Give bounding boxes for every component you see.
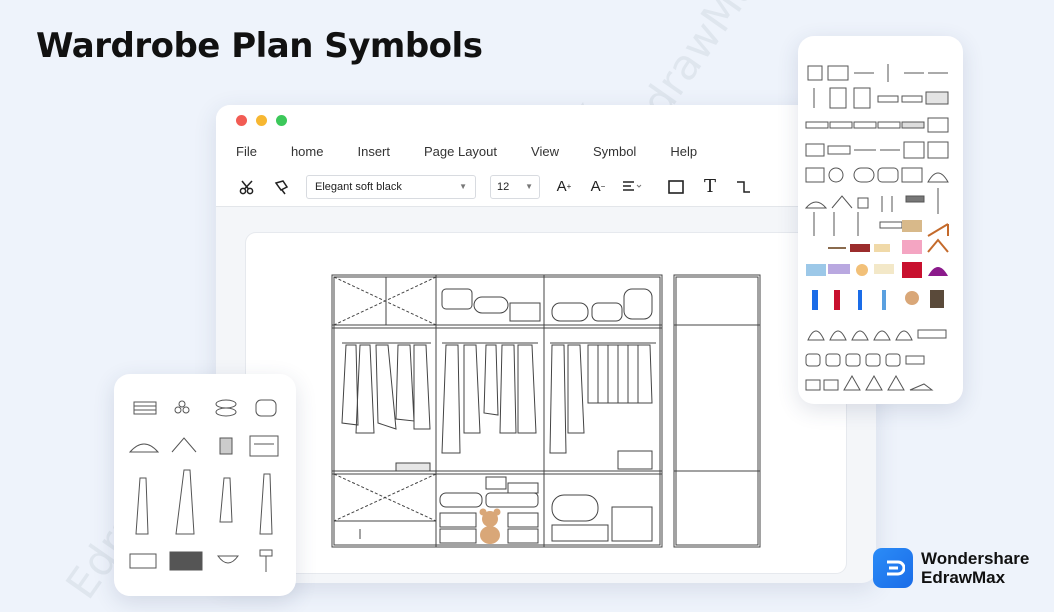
toolbar: Elegant soft black ▼ 12 ▼ A + A − T (216, 167, 876, 207)
mini-symbol-panel (114, 374, 296, 596)
font-family-select[interactable]: Elegant soft black ▼ (306, 174, 476, 199)
menu-home[interactable]: home (291, 144, 324, 159)
text-icon[interactable]: T (700, 176, 720, 197)
menu-bar: File home Insert Page Layout View Symbol… (216, 135, 876, 167)
rectangle-icon[interactable] (666, 177, 686, 197)
menu-view[interactable]: View (531, 144, 559, 159)
menu-page-layout[interactable]: Page Layout (424, 144, 497, 159)
page-headline: Wardrobe Plan Symbols (36, 26, 483, 66)
brand-line-2: EdrawMax (921, 568, 1006, 587)
brand-badge: Wondershare EdrawMax (873, 548, 1029, 588)
font-size-value: 12 (497, 180, 510, 193)
wardrobe-plan-drawing (331, 274, 761, 548)
format-painter-icon[interactable] (272, 177, 292, 197)
wardrobe-symbols-grid (804, 64, 949, 391)
menu-insert[interactable]: Insert (357, 144, 390, 159)
title-bar (216, 105, 876, 135)
brand-line-1: Wondershare (921, 549, 1030, 568)
font-family-value: Elegant soft black (315, 180, 402, 193)
brand-name: Wondershare EdrawMax (921, 549, 1029, 587)
connector-icon[interactable] (734, 177, 754, 197)
font-shrink-icon[interactable]: A − (588, 177, 608, 197)
scissors-icon[interactable] (238, 177, 258, 197)
chevron-down-icon: ▼ (525, 182, 533, 191)
chevron-down-icon: ▼ (459, 182, 467, 191)
edrawmax-logo-icon (873, 548, 913, 588)
menu-file[interactable]: File (236, 144, 257, 159)
maximize-window-button[interactable] (276, 114, 287, 126)
drawing-canvas[interactable] (246, 233, 846, 573)
align-icon[interactable] (622, 177, 642, 197)
mini-symbols-grid (128, 399, 279, 572)
minimize-window-button[interactable] (256, 114, 267, 126)
font-size-select[interactable]: 12 ▼ (490, 174, 540, 199)
app-window: File home Insert Page Layout View Symbol… (216, 105, 876, 583)
font-grow-icon[interactable]: A + (554, 177, 574, 197)
symbol-library-panel (798, 36, 963, 404)
teddy-bear-symbol (479, 508, 501, 544)
close-window-button[interactable] (236, 114, 247, 126)
menu-help[interactable]: Help (670, 144, 697, 159)
menu-symbol[interactable]: Symbol (593, 144, 636, 159)
